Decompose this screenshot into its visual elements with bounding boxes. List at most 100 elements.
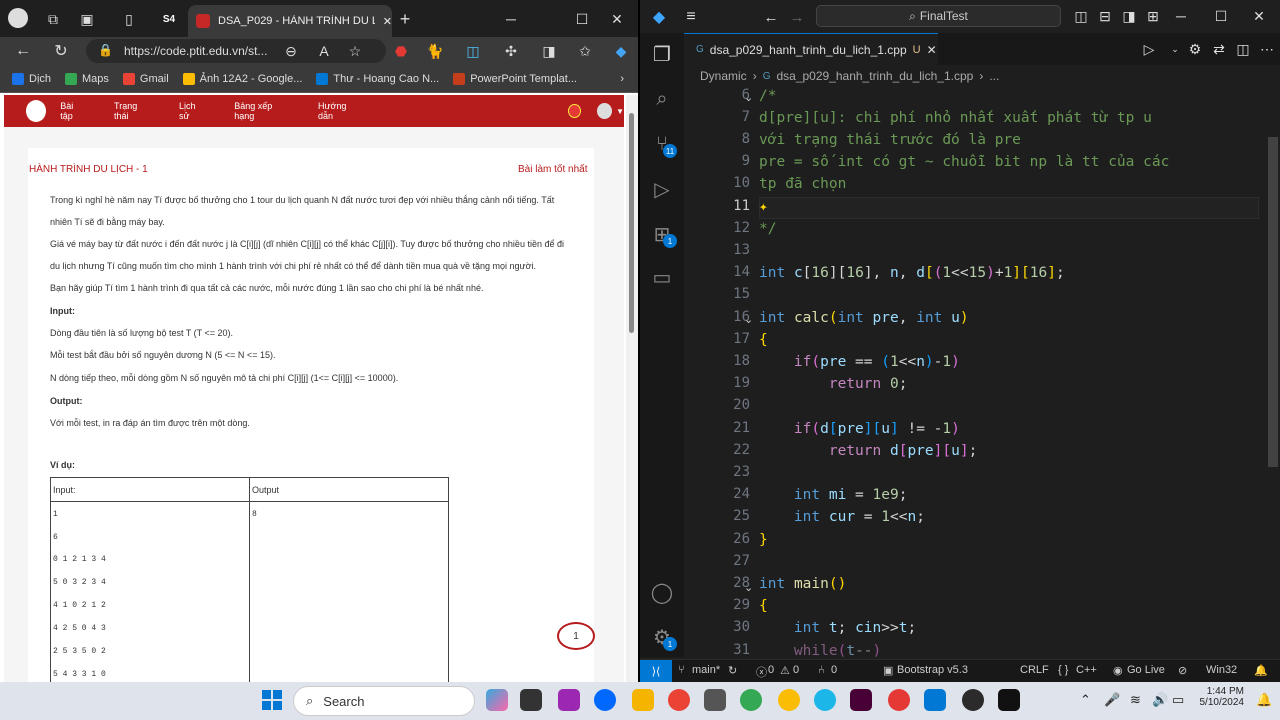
maximize-icon[interactable]: ☐ bbox=[1210, 5, 1232, 27]
error-count[interactable]: 0 bbox=[768, 664, 774, 676]
bootstrap-version[interactable]: Bootstrap v5.3 bbox=[897, 664, 968, 676]
active-tab[interactable]: DSA_P029 - HÀNH TRÌNH DU LỊ ✕ bbox=[188, 5, 392, 37]
fold-chevron-icon[interactable]: ⌄ bbox=[744, 313, 753, 326]
close-tab-icon[interactable]: ✕ bbox=[927, 43, 937, 57]
copilot-icon[interactable]: ◆ bbox=[610, 40, 632, 62]
chevron-down-icon[interactable]: ▼ bbox=[616, 107, 624, 116]
editor-scrollbar[interactable] bbox=[1266, 87, 1280, 657]
remote-explorer-icon[interactable]: ▭ bbox=[649, 264, 675, 290]
platform[interactable]: Win32 bbox=[1206, 664, 1237, 676]
workspaces-icon[interactable]: ⧉ bbox=[42, 8, 64, 30]
split-screen-icon[interactable]: ◨ bbox=[538, 40, 560, 62]
favorites-icon[interactable]: ✩ bbox=[574, 40, 596, 62]
volume-icon[interactable]: 🔊 bbox=[1152, 692, 1168, 708]
bookmark-powerpoint[interactable]: PowerPoint Templat... bbox=[453, 72, 577, 85]
fold-chevron-icon[interactable]: ⌄ bbox=[744, 91, 753, 104]
minimize-icon[interactable]: ─ bbox=[500, 8, 522, 30]
remote-indicator-icon[interactable]: ⟩⟨ bbox=[640, 660, 672, 682]
breadcrumb-folder[interactable]: Dynamic bbox=[700, 69, 747, 83]
editor-scrollbar-thumb[interactable] bbox=[1268, 137, 1278, 467]
new-tab-icon[interactable]: + bbox=[394, 8, 416, 30]
ptit-logo[interactable] bbox=[26, 100, 47, 122]
breadcrumb-file[interactable]: dsa_p029_hanh_trinh_du_lich_1.cpp bbox=[776, 69, 973, 83]
nav-trang-thai[interactable]: Trạng thái bbox=[114, 101, 151, 121]
breadcrumb-symbol[interactable]: ... bbox=[989, 69, 999, 83]
accounts-icon[interactable]: ◯ bbox=[649, 579, 675, 605]
edge-icon[interactable] bbox=[814, 689, 836, 711]
capcut-icon[interactable] bbox=[704, 689, 726, 711]
tray-overflow-icon[interactable]: ⌃ bbox=[1080, 692, 1091, 708]
close-window-icon[interactable]: ✕ bbox=[1248, 5, 1270, 27]
close-tab-icon[interactable]: ✕ bbox=[383, 15, 392, 28]
compare-icon[interactable]: ⇄ bbox=[1208, 38, 1230, 60]
maximize-icon[interactable]: ☐ bbox=[571, 8, 593, 30]
tab-actions-icon[interactable]: ▣ bbox=[76, 8, 98, 30]
nav-huong-dan[interactable]: Hướng dẫn bbox=[318, 101, 360, 121]
bookmarks-more-icon[interactable]: › bbox=[620, 73, 624, 85]
split-editor-icon[interactable]: ◫ bbox=[1232, 38, 1254, 60]
zalo-icon[interactable] bbox=[594, 689, 616, 711]
explorer-icon[interactable]: ❐ bbox=[649, 41, 675, 67]
page-tab-icon[interactable]: ▯ bbox=[118, 8, 140, 30]
toggle-panel-icon[interactable]: ⊟ bbox=[1094, 5, 1116, 27]
microphone-icon[interactable]: 🎤 bbox=[1104, 692, 1120, 708]
toggle-sidebar-icon[interactable]: ◫ bbox=[1070, 5, 1092, 27]
best-submission-link[interactable]: Bài làm tốt nhất bbox=[518, 164, 587, 175]
customize-layout-icon[interactable]: ⊞ bbox=[1142, 5, 1164, 27]
user-avatar[interactable] bbox=[597, 103, 613, 119]
nav-forward-icon[interactable]: → bbox=[786, 6, 808, 28]
start-button[interactable] bbox=[262, 690, 282, 710]
minimize-icon[interactable]: ─ bbox=[1170, 5, 1192, 27]
capcut-app-icon[interactable] bbox=[998, 689, 1020, 711]
profile-icon[interactable] bbox=[8, 8, 28, 28]
extension-cat-icon[interactable]: 🐈 bbox=[424, 40, 446, 62]
taskbar-search[interactable]: ⌕ Search bbox=[293, 686, 475, 716]
nav-bang-xep-hang[interactable]: Bảng xếp hạng bbox=[234, 101, 290, 121]
chrome-profile-icon[interactable] bbox=[740, 689, 762, 711]
more-actions-icon[interactable]: ⋯ bbox=[1256, 38, 1278, 60]
ports-count[interactable]: 0 bbox=[831, 664, 837, 676]
fold-chevron-icon[interactable]: ⌄ bbox=[744, 581, 753, 594]
menu-icon[interactable]: ≡ bbox=[680, 6, 702, 28]
extension-blue-icon[interactable]: ◫ bbox=[462, 40, 484, 62]
s4-tab-icon[interactable]: S4 bbox=[158, 8, 180, 30]
system-clock[interactable]: 1:44 PM 5/10/2024 bbox=[1186, 686, 1245, 708]
editor-tab-active[interactable]: G dsa_p029_hanh_trinh_du_lich_1.cpp U ✕ bbox=[684, 33, 938, 65]
run-options-chevron-icon[interactable]: ⌄ bbox=[1164, 38, 1186, 60]
zoom-icon[interactable]: ⊖ bbox=[280, 40, 302, 62]
favorite-star-icon[interactable]: ☆ bbox=[344, 40, 366, 62]
extension-red-icon[interactable]: ⬣ bbox=[390, 40, 412, 62]
chrome-profile-2-icon[interactable] bbox=[778, 689, 800, 711]
settings-gear-icon[interactable]: ⚙ bbox=[1184, 38, 1206, 60]
close-window-icon[interactable]: ✕ bbox=[606, 8, 628, 30]
run-debug-icon[interactable]: ▷ bbox=[649, 176, 675, 202]
notifications-icon[interactable]: 🔔 bbox=[1256, 692, 1272, 708]
toggle-secondary-sidebar-icon[interactable]: ◨ bbox=[1118, 5, 1140, 27]
copilot-app-icon[interactable] bbox=[486, 689, 508, 711]
warning-count[interactable]: 0 bbox=[793, 664, 799, 676]
nav-back-icon[interactable]: ← bbox=[760, 6, 782, 28]
vn-flag-icon[interactable] bbox=[568, 104, 582, 118]
bookmark-maps[interactable]: Maps bbox=[65, 72, 109, 85]
notifications-bell-icon[interactable]: 🔔 bbox=[1254, 664, 1268, 677]
bookmark-gmail[interactable]: Gmail bbox=[122, 72, 169, 85]
copilot-status-icon[interactable]: ⊘ bbox=[1178, 664, 1187, 677]
chrome-icon[interactable] bbox=[668, 689, 690, 711]
nav-lich-su[interactable]: Lịch sử bbox=[179, 101, 206, 121]
adobe-xd-icon[interactable] bbox=[850, 689, 872, 711]
scrollbar-thumb[interactable] bbox=[629, 113, 634, 333]
go-live-button[interactable]: Go Live bbox=[1127, 664, 1165, 676]
run-code-icon[interactable]: ▷ bbox=[1138, 38, 1160, 60]
code-editor[interactable]: /* d[pre][u]: chi phí nhỏ nhất xuất phát… bbox=[759, 87, 1259, 657]
back-icon[interactable]: ← bbox=[12, 40, 34, 62]
read-aloud-icon[interactable]: A bbox=[313, 40, 335, 62]
devcpp-icon[interactable] bbox=[888, 689, 910, 711]
page-scrollbar[interactable] bbox=[626, 95, 638, 682]
vscode-taskbar-icon[interactable] bbox=[924, 689, 946, 711]
refresh-icon[interactable]: ↻ bbox=[50, 40, 72, 62]
snipping-tool-icon[interactable] bbox=[558, 689, 580, 711]
extensions-icon[interactable]: ✣ bbox=[500, 40, 522, 62]
wifi-icon[interactable]: ≋ bbox=[1130, 692, 1141, 708]
git-branch[interactable]: main* bbox=[692, 664, 720, 676]
ai-sparkle-icon[interactable]: ✦ bbox=[759, 196, 768, 218]
